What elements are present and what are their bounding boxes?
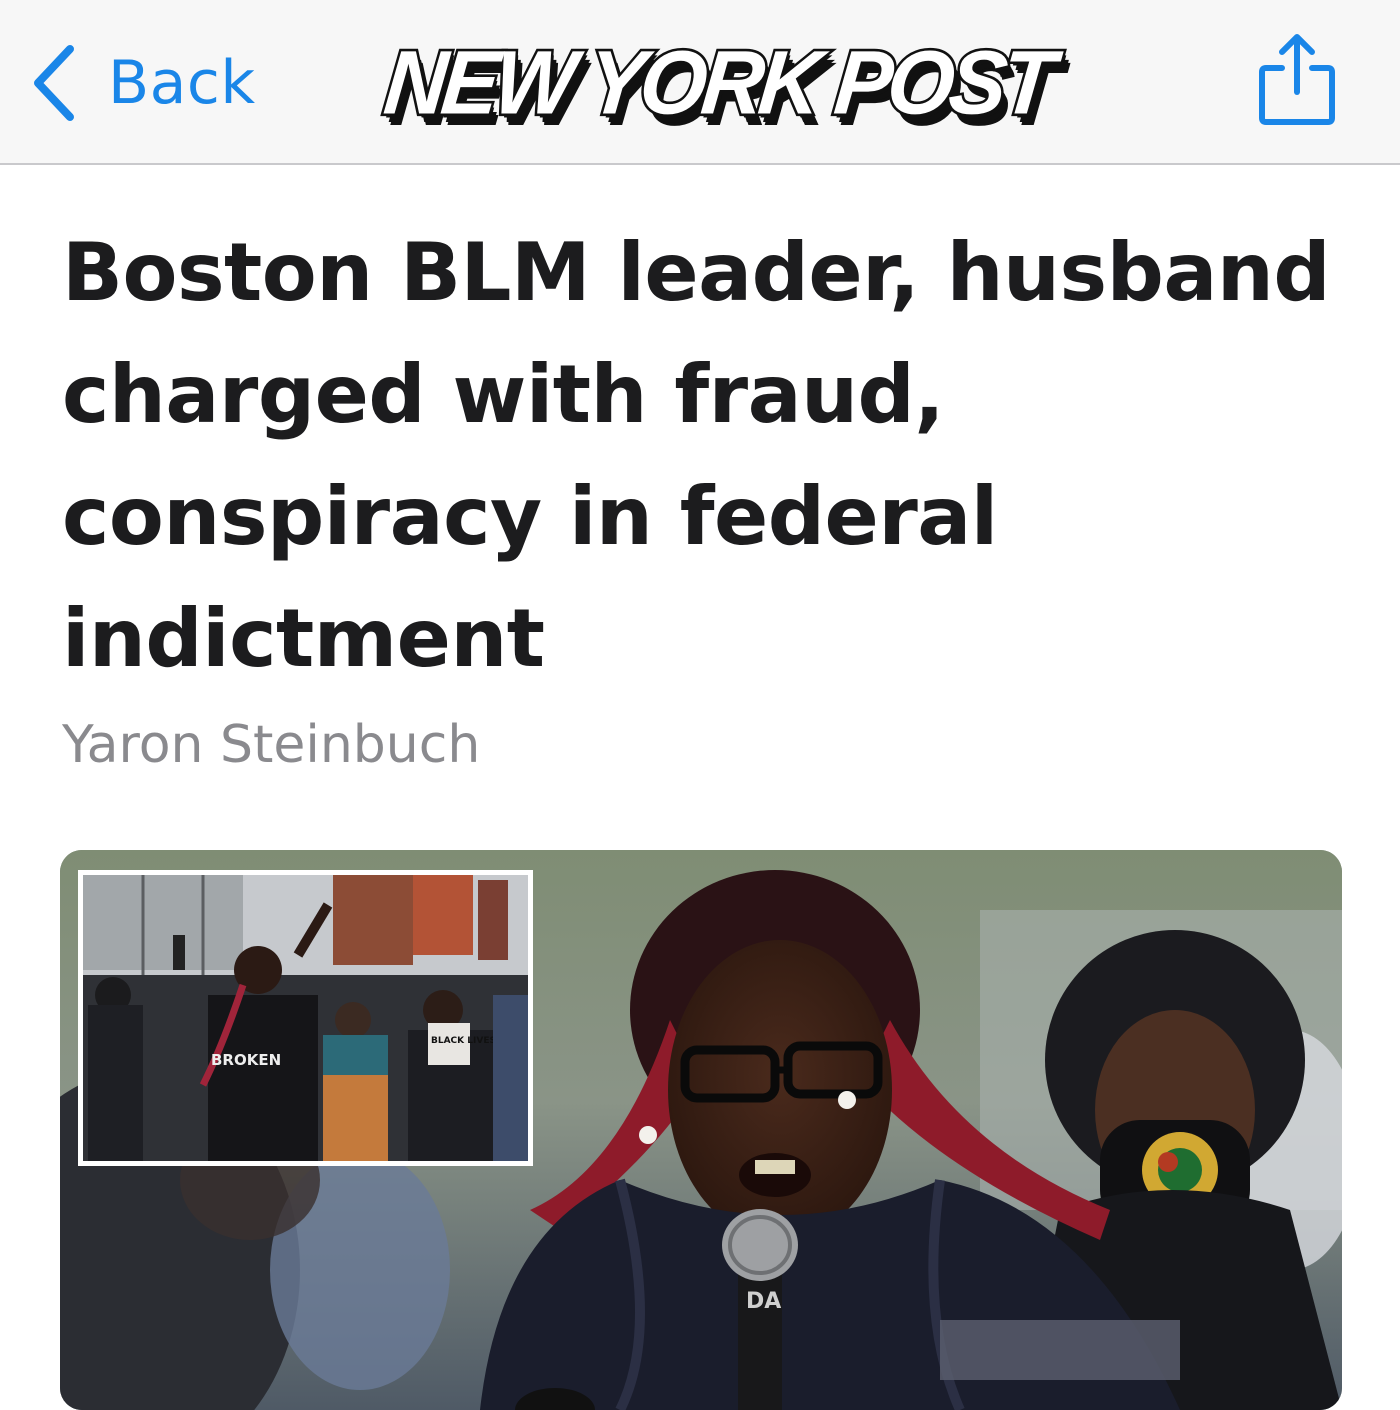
article-hero-image[interactable]: DA BROKEN BLACK LIVES	[60, 850, 1342, 1410]
article-author: Yaron Steinbuch	[62, 715, 481, 775]
mic-label: DA	[746, 1289, 781, 1314]
share-button[interactable]	[1254, 30, 1340, 130]
inset-photo: BROKEN BLACK LIVES MATTER	[78, 870, 533, 1166]
back-button[interactable]: Back	[30, 38, 256, 128]
share-icon	[1259, 34, 1335, 125]
navigation-bar: Back NEW YORK POST	[0, 0, 1400, 165]
chevron-left-icon	[34, 45, 74, 121]
article-headline: Boston BLM leader, husband charged with …	[62, 226, 1331, 685]
inset-shirt-text: BROKEN	[211, 1051, 281, 1069]
masthead-text: NEW YORK POST	[377, 30, 1057, 136]
back-button-label: Back	[108, 48, 256, 118]
new-york-post-logo: NEW YORK POST	[377, 28, 1057, 138]
